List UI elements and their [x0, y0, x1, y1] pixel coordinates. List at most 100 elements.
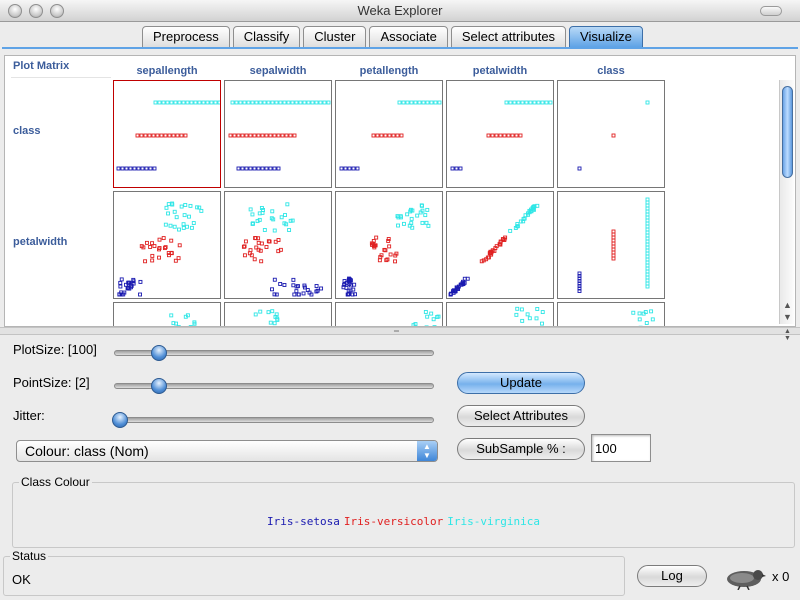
scatter-point — [188, 203, 193, 208]
scatter-point — [272, 321, 277, 326]
scatter-point — [260, 133, 265, 138]
scatter-point — [278, 100, 283, 105]
plot-cell-row3-sepallength[interactable] — [113, 302, 221, 326]
scatter-point — [259, 241, 264, 246]
scatter-point — [433, 100, 438, 105]
scatter-point — [645, 278, 650, 283]
scatter-point — [391, 133, 396, 138]
tab-associate[interactable]: Associate — [369, 26, 448, 48]
plot-cell-row3-sepalwidth[interactable] — [224, 302, 332, 326]
scatter-point — [171, 133, 176, 138]
split-pane-divider[interactable]: ═ ▲ ▼ — [0, 327, 800, 342]
plot-cell-class-vs-sepallength[interactable] — [113, 80, 221, 188]
plot-cell-row3-petallength[interactable] — [335, 302, 443, 326]
scatter-point — [252, 257, 257, 262]
plot-cell-petalwidth-vs-sepallength[interactable] — [113, 191, 221, 299]
legend-iris-virginica[interactable]: Iris-virginica — [447, 515, 540, 528]
toolbar-toggle-button[interactable] — [760, 6, 782, 16]
scrollbar-thumb[interactable] — [782, 86, 793, 178]
split-arrows-icon[interactable]: ▲ ▼ — [784, 328, 791, 342]
scatter-point — [514, 133, 519, 138]
select-arrows-icon[interactable]: ▲ ▼ — [417, 441, 437, 461]
scatter-point — [534, 316, 539, 321]
scatter-point — [262, 228, 267, 232]
scatter-point — [250, 100, 255, 105]
plot-cell-row3-class[interactable] — [557, 302, 665, 326]
scatter-point — [351, 166, 356, 171]
plot-cell-class-vs-petallength[interactable] — [335, 80, 443, 188]
legend-iris-versicolor[interactable]: Iris-versicolor — [344, 515, 443, 528]
plotsize-slider[interactable] — [114, 345, 434, 361]
scatter-point — [343, 166, 348, 171]
scatter-point — [163, 133, 168, 138]
scatter-point — [120, 166, 125, 171]
scatter-point — [183, 203, 188, 207]
scatter-point — [426, 223, 431, 228]
jitter-slider[interactable] — [112, 412, 434, 428]
plot-cell-class-vs-class[interactable] — [557, 80, 665, 188]
pointsize-slider[interactable] — [114, 378, 434, 394]
plot-matrix-title: Plot Matrix — [11, 60, 111, 78]
scatter-point — [249, 253, 254, 258]
scatter-point — [140, 166, 145, 171]
scatter-point — [498, 133, 503, 138]
scatter-point — [322, 100, 327, 105]
jitter-slider-knob[interactable] — [112, 412, 128, 428]
scatter-point — [150, 258, 155, 263]
log-button[interactable]: Log — [637, 565, 707, 587]
scatter-point — [431, 317, 436, 322]
matrix-vertical-scrollbar[interactable]: ▲ ▼ — [779, 80, 794, 324]
plot-cell-petalwidth-vs-petallength[interactable] — [335, 191, 443, 299]
scatter-point — [174, 215, 179, 220]
scroll-down-arrow-icon[interactable]: ▼ — [783, 312, 792, 322]
subsample-button[interactable]: SubSample % : — [457, 438, 585, 460]
plot-cell-class-vs-petalwidth[interactable] — [446, 80, 554, 188]
select-attributes-button[interactable]: Select Attributes — [457, 405, 585, 427]
tab-cluster[interactable]: Cluster — [303, 26, 367, 48]
scatter-point — [486, 133, 491, 138]
scatter-point — [167, 133, 172, 138]
legend-iris-setosa[interactable]: Iris-setosa — [267, 515, 340, 528]
plot-cell-petalwidth-vs-class[interactable] — [557, 191, 665, 299]
scatter-point — [242, 100, 247, 105]
scatter-point — [294, 100, 299, 105]
scatter-point — [135, 133, 140, 138]
scroll-up-arrow-icon[interactable]: ▲ — [783, 300, 792, 310]
scatter-point — [144, 166, 149, 171]
tab-preprocess[interactable]: Preprocess — [142, 26, 230, 48]
plotsize-slider-knob[interactable] — [151, 345, 168, 361]
pointsize-slider-knob[interactable] — [151, 378, 168, 394]
scatter-point — [415, 213, 420, 218]
scatter-point — [247, 251, 252, 256]
plot-cell-row3-petalwidth[interactable] — [446, 302, 554, 326]
weka-bird-icon[interactable] — [720, 566, 766, 590]
scatter-point — [637, 317, 642, 322]
scatter-point — [270, 100, 275, 105]
colour-attribute-select[interactable]: Colour: class (Nom) ▲ ▼ — [16, 440, 438, 462]
plot-cell-petalwidth-vs-petalwidth[interactable] — [446, 191, 554, 299]
scatter-point — [645, 269, 650, 274]
scatter-point — [148, 166, 153, 171]
update-button[interactable]: Update — [457, 372, 585, 394]
subsample-percent-input[interactable] — [591, 434, 651, 462]
scatter-point — [520, 100, 525, 105]
scatter-point — [256, 166, 261, 171]
scatter-point — [166, 202, 171, 207]
tab-select-attributes[interactable]: Select attributes — [450, 26, 567, 48]
tab-visualize[interactable]: Visualize — [569, 26, 643, 48]
scatter-point — [270, 309, 275, 314]
scatter-point — [291, 277, 296, 282]
plot-matrix-panel: Plot Matrix sepallength sepalwidth petal… — [4, 55, 796, 327]
scatter-point — [264, 245, 269, 249]
scatter-point — [193, 100, 198, 105]
scatter-point — [611, 133, 616, 138]
plot-cell-class-vs-sepalwidth[interactable] — [224, 80, 332, 188]
scatter-point — [266, 310, 271, 315]
scatter-point — [152, 166, 157, 171]
plot-cell-petalwidth-vs-sepalwidth[interactable] — [224, 191, 332, 299]
scatter-point — [490, 133, 495, 138]
tab-classify[interactable]: Classify — [232, 26, 301, 48]
scatter-point — [258, 309, 263, 314]
scatter-point — [136, 166, 141, 171]
pointsize-label: PointSize: [2] — [13, 375, 90, 390]
